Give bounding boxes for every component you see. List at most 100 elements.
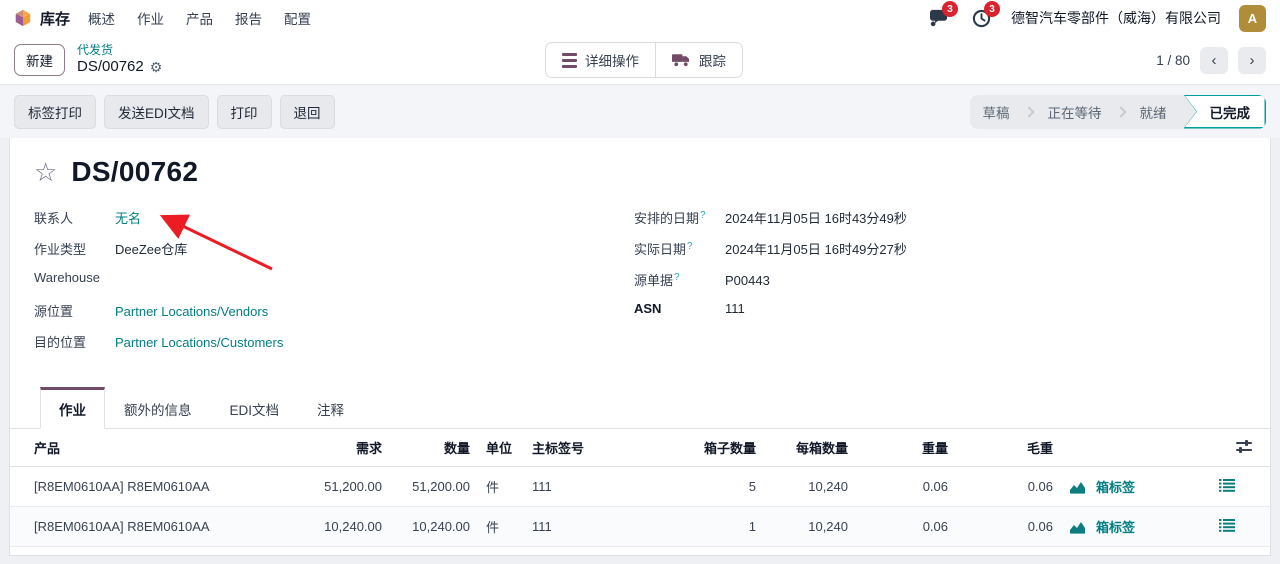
cell-gross-weight[interactable]: 0.06 (956, 507, 1061, 547)
pager-next-button[interactable]: › (1238, 47, 1266, 74)
messages-icon[interactable]: 3 (927, 6, 951, 30)
cell-gross-weight[interactable]: 0.06 (956, 467, 1061, 507)
statusbar: 草稿 正在等待 就绪 已完成 (970, 95, 1267, 129)
field-destination-location-label: 目的位置 (34, 332, 115, 351)
field-scheduled-date-value[interactable]: 2024年11月05日 16时43分49秒 (725, 208, 907, 227)
activities-icon[interactable]: 3 (969, 6, 993, 30)
cell-product[interactable]: [R8EM0610AA] R8EM0610AA (10, 467, 310, 507)
field-asn-value[interactable]: 111 (725, 301, 745, 316)
cell-box-count[interactable]: 5 (634, 467, 764, 507)
header-quantity[interactable]: 数量 (390, 429, 478, 467)
header-product[interactable]: 产品 (10, 429, 310, 467)
status-step-draft[interactable]: 草稿 (970, 102, 1023, 122)
field-source-location: 源位置 Partner Locations/Vendors (34, 301, 634, 332)
row-list-icon[interactable] (1219, 519, 1235, 532)
cell-quantity[interactable]: 10,240.00 (390, 507, 478, 547)
cell-row-menu (1211, 467, 1270, 507)
tab-operations[interactable]: 作业 (40, 387, 105, 429)
report-chart-icon[interactable] (1069, 480, 1086, 494)
menu-products[interactable]: 产品 (186, 8, 213, 28)
cell-uom[interactable]: 件 (478, 467, 524, 507)
trace-button[interactable]: 跟踪 (655, 43, 742, 77)
header-uom[interactable]: 单位 (478, 429, 524, 467)
menu-configuration[interactable]: 配置 (284, 8, 311, 28)
new-button[interactable]: 新建 (14, 44, 65, 76)
optional-columns-icon[interactable] (1211, 429, 1270, 467)
header-master-label[interactable]: 主标签号 (524, 429, 634, 467)
messages-badge: 3 (942, 1, 958, 17)
app-menu-inventory[interactable]: 库存 (40, 8, 70, 29)
right-field-group: 安排的日期? 2024年11月05日 16时43分49秒 实际日期? 2024年… (634, 208, 1246, 363)
field-scheduled-date: 安排的日期? 2024年11月05日 16时43分49秒 (634, 208, 1246, 239)
title-row: ☆ DS/00762 (10, 138, 1270, 188)
header-box-count[interactable]: 箱子数量 (634, 429, 764, 467)
status-step-waiting[interactable]: 正在等待 (1035, 102, 1115, 122)
tab-edi-documents[interactable]: EDI文档 (211, 389, 299, 429)
cell-uom[interactable]: 件 (478, 507, 524, 547)
cell-box-count[interactable]: 1 (634, 507, 764, 547)
print-button[interactable]: 打印 (217, 95, 272, 129)
gear-icon[interactable]: ⚙ (150, 59, 163, 77)
table-row[interactable]: [R8EM0610AA] R8EM0610AA 51,200.00 51,200… (10, 467, 1270, 507)
cell-weight[interactable]: 0.06 (856, 467, 956, 507)
field-contact-value[interactable]: 无名 (115, 208, 141, 227)
report-chart-icon[interactable] (1069, 520, 1086, 534)
status-step-ready[interactable]: 就绪 (1127, 102, 1180, 122)
cell-product[interactable]: [R8EM0610AA] R8EM0610AA (10, 507, 310, 547)
cell-qty-per-box[interactable]: 10,240 (764, 467, 856, 507)
app-logo-icon[interactable] (14, 9, 32, 27)
header-weight[interactable]: 重量 (856, 429, 956, 467)
tab-additional-info[interactable]: 额外的信息 (105, 389, 211, 429)
detailed-operations-button[interactable]: 详细操作 (546, 43, 655, 77)
breadcrumb: 代发货 DS/00762 ⚙ (77, 43, 162, 77)
menu-reporting[interactable]: 报告 (235, 8, 262, 28)
form-status-bar: 标签打印 发送EDI文档 打印 退回 草稿 正在等待 就绪 已完成 (0, 85, 1280, 138)
header-gross-weight[interactable]: 毛重 (956, 429, 1061, 467)
breadcrumb-current: DS/00762 ⚙ (77, 58, 162, 77)
form-sheet: ☆ DS/00762 联系人 无名 作业类型 DeeZee仓库 Warehous… (9, 138, 1271, 556)
cell-weight[interactable]: 0.06 (856, 507, 956, 547)
field-destination-location-value[interactable]: Partner Locations/Customers (115, 335, 283, 350)
page-background (0, 556, 1280, 564)
header-spacer (1061, 429, 1211, 467)
box-label-link[interactable]: 箱标签 (1096, 517, 1135, 536)
help-icon: ? (674, 272, 680, 283)
cell-quantity[interactable]: 51,200.00 (390, 467, 478, 507)
cell-qty-per-box[interactable]: 10,240 (764, 507, 856, 547)
help-icon: ? (687, 241, 693, 252)
menu-operations[interactable]: 作业 (137, 8, 164, 28)
send-edi-document-button[interactable]: 发送EDI文档 (104, 95, 209, 129)
label-print-button[interactable]: 标签打印 (14, 95, 96, 129)
field-contact: 联系人 无名 (34, 208, 634, 239)
cell-master-label[interactable]: 111 (524, 467, 634, 507)
table-row[interactable]: [R8EM0610AA] R8EM0610AA 10,240.00 10,240… (10, 507, 1270, 547)
pager-previous-button[interactable]: ‹ (1200, 47, 1228, 74)
header-qty-per-box[interactable]: 每箱数量 (764, 429, 856, 467)
field-groups: 联系人 无名 作业类型 DeeZee仓库 Warehouse 源位置 Partn… (10, 188, 1270, 363)
box-label-link[interactable]: 箱标签 (1096, 477, 1135, 496)
cell-demand[interactable]: 51,200.00 (310, 467, 390, 507)
cell-row-menu (1211, 507, 1270, 547)
field-contact-label: 联系人 (34, 208, 115, 227)
field-effective-date-value[interactable]: 2024年11月05日 16时49分27秒 (725, 239, 907, 258)
favorite-star-icon[interactable]: ☆ (34, 159, 57, 185)
menu-overview[interactable]: 概述 (88, 8, 115, 28)
company-name[interactable]: 德智汽车零部件（威海）有限公司 (1011, 8, 1221, 28)
tab-notes[interactable]: 注释 (298, 389, 363, 429)
control-panel: 新建 代发货 DS/00762 ⚙ 详细操作 跟踪 1 / 80 ‹ › (0, 36, 1280, 85)
pager-counter: 1 / 80 (1156, 53, 1190, 68)
field-operation-type-value[interactable]: DeeZee仓库 (115, 239, 187, 258)
status-step-done-active[interactable]: 已完成 (1184, 95, 1267, 129)
help-icon: ? (700, 210, 706, 221)
user-avatar[interactable]: A (1239, 5, 1266, 32)
cell-demand[interactable]: 10,240.00 (310, 507, 390, 547)
pager: 1 / 80 ‹ › (1156, 47, 1266, 74)
header-demand[interactable]: 需求 (310, 429, 390, 467)
cell-master-label[interactable]: 111 (524, 507, 634, 547)
return-button[interactable]: 退回 (280, 95, 335, 129)
row-list-icon[interactable] (1219, 479, 1235, 492)
field-source-location-value[interactable]: Partner Locations/Vendors (115, 304, 268, 319)
field-source-document-value[interactable]: P00443 (725, 273, 770, 288)
record-title: DS/00762 (71, 156, 198, 188)
breadcrumb-parent-link[interactable]: 代发货 (77, 43, 162, 58)
